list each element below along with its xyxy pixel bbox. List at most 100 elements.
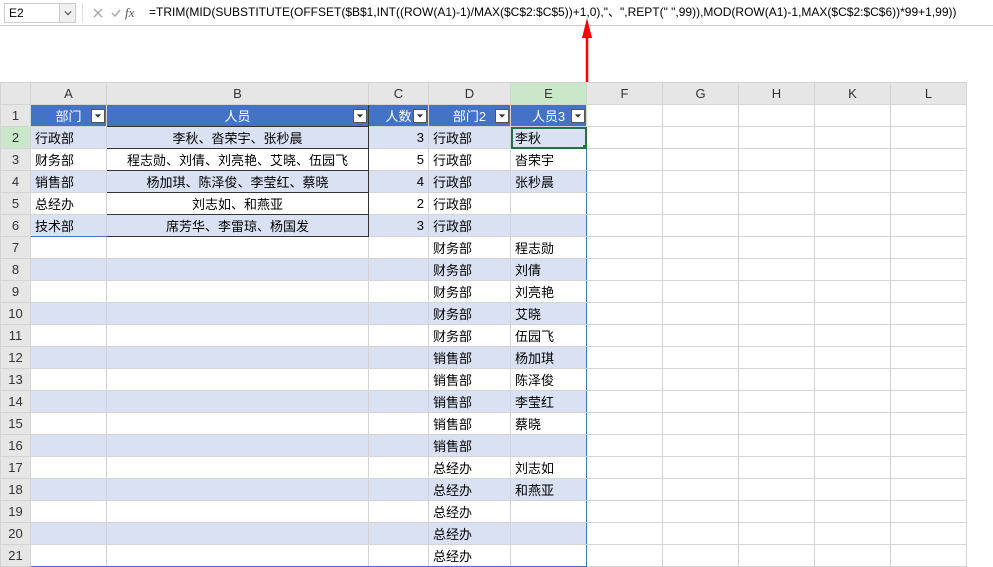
cell-G11[interactable] bbox=[663, 325, 739, 347]
row-header-1[interactable]: 1 bbox=[1, 105, 31, 127]
cell-K3[interactable] bbox=[815, 149, 891, 171]
fill-handle[interactable] bbox=[583, 145, 587, 149]
select-all-corner[interactable] bbox=[1, 83, 31, 105]
cell-E21[interactable] bbox=[511, 545, 587, 567]
cell-A8[interactable] bbox=[31, 259, 107, 281]
col-header-D[interactable]: D bbox=[429, 83, 511, 105]
cell-E10[interactable]: 艾晓 bbox=[511, 303, 587, 325]
cell-G10[interactable] bbox=[663, 303, 739, 325]
cell-H21[interactable] bbox=[739, 545, 815, 567]
cell-E8[interactable]: 刘倩 bbox=[511, 259, 587, 281]
cell-K5[interactable] bbox=[815, 193, 891, 215]
cell-E11[interactable]: 伍园飞 bbox=[511, 325, 587, 347]
cell-K21[interactable] bbox=[815, 545, 891, 567]
cell-B20[interactable] bbox=[107, 523, 369, 545]
cell-A9[interactable] bbox=[31, 281, 107, 303]
cell-D12[interactable]: 销售部 bbox=[429, 347, 511, 369]
cell-L2[interactable] bbox=[891, 127, 967, 149]
cell-C5[interactable]: 2 bbox=[369, 193, 429, 215]
cell-A3[interactable]: 财务部 bbox=[31, 149, 107, 171]
cell-C2[interactable]: 3 bbox=[369, 127, 429, 149]
cell-C12[interactable] bbox=[369, 347, 429, 369]
cell-K12[interactable] bbox=[815, 347, 891, 369]
cell-F3[interactable] bbox=[587, 149, 663, 171]
cell-E7[interactable]: 程志勋 bbox=[511, 237, 587, 259]
cell-A2[interactable]: 行政部 bbox=[31, 127, 107, 149]
cell-L9[interactable] bbox=[891, 281, 967, 303]
cell-A11[interactable] bbox=[31, 325, 107, 347]
cell-A18[interactable] bbox=[31, 479, 107, 501]
cell-F21[interactable] bbox=[587, 545, 663, 567]
cell-K18[interactable] bbox=[815, 479, 891, 501]
cell-G13[interactable] bbox=[663, 369, 739, 391]
cell-F7[interactable] bbox=[587, 237, 663, 259]
cell-K9[interactable] bbox=[815, 281, 891, 303]
row-header-19[interactable]: 19 bbox=[1, 501, 31, 523]
filter-dropdown-icon[interactable] bbox=[571, 109, 585, 123]
col-header-K[interactable]: K bbox=[815, 83, 891, 105]
cell-B17[interactable] bbox=[107, 457, 369, 479]
filter-dropdown-icon[interactable] bbox=[91, 109, 105, 123]
row-header-2[interactable]: 2 bbox=[1, 127, 31, 149]
cell-L14[interactable] bbox=[891, 391, 967, 413]
cell-E15[interactable]: 蔡晓 bbox=[511, 413, 587, 435]
cell-A4[interactable]: 销售部 bbox=[31, 171, 107, 193]
cell-E9[interactable]: 刘亮艳 bbox=[511, 281, 587, 303]
cell-D4[interactable]: 行政部 bbox=[429, 171, 511, 193]
cell-A10[interactable] bbox=[31, 303, 107, 325]
col-header-C[interactable]: C bbox=[369, 83, 429, 105]
cell-F16[interactable] bbox=[587, 435, 663, 457]
cell-F14[interactable] bbox=[587, 391, 663, 413]
col-header-F[interactable]: F bbox=[587, 83, 663, 105]
cell-A1[interactable]: 部门 bbox=[31, 105, 107, 127]
cell-C11[interactable] bbox=[369, 325, 429, 347]
cell-E6[interactable] bbox=[511, 215, 587, 237]
cell-A20[interactable] bbox=[31, 523, 107, 545]
cell-L11[interactable] bbox=[891, 325, 967, 347]
cell-G14[interactable] bbox=[663, 391, 739, 413]
cell-B18[interactable] bbox=[107, 479, 369, 501]
row-header-13[interactable]: 13 bbox=[1, 369, 31, 391]
cell-B10[interactable] bbox=[107, 303, 369, 325]
col-header-A[interactable]: A bbox=[31, 83, 107, 105]
cell-H3[interactable] bbox=[739, 149, 815, 171]
cell-D21[interactable]: 总经办 bbox=[429, 545, 511, 567]
cell-H5[interactable] bbox=[739, 193, 815, 215]
cell-H14[interactable] bbox=[739, 391, 815, 413]
row-header-6[interactable]: 6 bbox=[1, 215, 31, 237]
cell-E16[interactable] bbox=[511, 435, 587, 457]
col-header-B[interactable]: B bbox=[107, 83, 369, 105]
row-header-21[interactable]: 21 bbox=[1, 545, 31, 567]
row-header-11[interactable]: 11 bbox=[1, 325, 31, 347]
cell-G7[interactable] bbox=[663, 237, 739, 259]
cell-B14[interactable] bbox=[107, 391, 369, 413]
cell-G21[interactable] bbox=[663, 545, 739, 567]
cell-B8[interactable] bbox=[107, 259, 369, 281]
cell-F6[interactable] bbox=[587, 215, 663, 237]
cell-L12[interactable] bbox=[891, 347, 967, 369]
cell-C4[interactable]: 4 bbox=[369, 171, 429, 193]
cell-G18[interactable] bbox=[663, 479, 739, 501]
cell-B5[interactable]: 刘志如、和燕亚 bbox=[107, 193, 369, 215]
cell-K4[interactable] bbox=[815, 171, 891, 193]
cell-H9[interactable] bbox=[739, 281, 815, 303]
cell-G1[interactable] bbox=[663, 105, 739, 127]
cell-A7[interactable] bbox=[31, 237, 107, 259]
cell-D19[interactable]: 总经办 bbox=[429, 501, 511, 523]
cell-L19[interactable] bbox=[891, 501, 967, 523]
cell-E5[interactable] bbox=[511, 193, 587, 215]
cell-K19[interactable] bbox=[815, 501, 891, 523]
cell-F15[interactable] bbox=[587, 413, 663, 435]
filter-dropdown-icon[interactable] bbox=[413, 109, 427, 123]
cell-A6[interactable]: 技术部 bbox=[31, 215, 107, 237]
cell-F13[interactable] bbox=[587, 369, 663, 391]
cell-B21[interactable] bbox=[107, 545, 369, 567]
formula-input[interactable]: =TRIM(MID(SUBSTITUTE(OFFSET($B$1,INT((RO… bbox=[145, 3, 993, 23]
cell-D11[interactable]: 财务部 bbox=[429, 325, 511, 347]
cell-L20[interactable] bbox=[891, 523, 967, 545]
cell-D13[interactable]: 销售部 bbox=[429, 369, 511, 391]
cell-K17[interactable] bbox=[815, 457, 891, 479]
cell-G15[interactable] bbox=[663, 413, 739, 435]
cell-L4[interactable] bbox=[891, 171, 967, 193]
cell-F8[interactable] bbox=[587, 259, 663, 281]
